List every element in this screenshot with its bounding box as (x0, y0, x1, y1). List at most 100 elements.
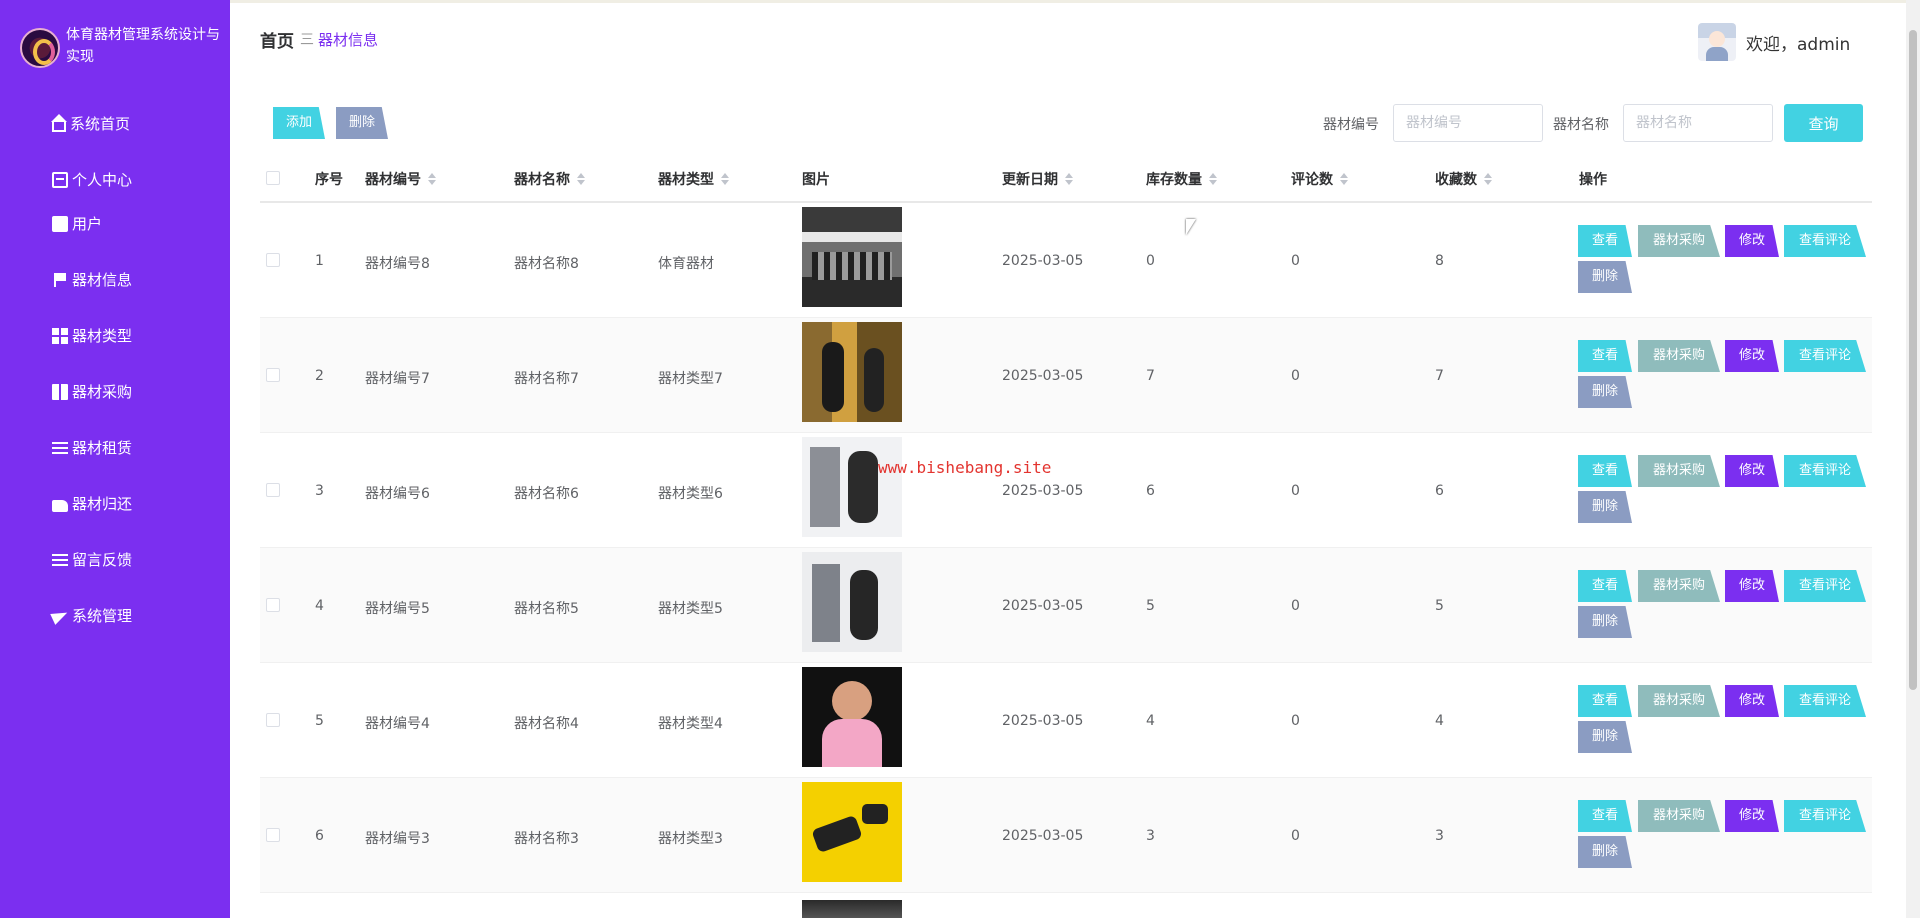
scrollbar-thumb[interactable] (1909, 30, 1917, 690)
view-reviews-button[interactable]: 查看评论 (1784, 455, 1866, 487)
list-icon (52, 440, 68, 456)
col-image: 图片 (802, 169, 830, 189)
purchase-button[interactable]: 器材采购 (1638, 340, 1720, 372)
view-reviews-button[interactable]: 查看评论 (1784, 340, 1866, 372)
cell-name: 器材名称8 (514, 256, 579, 272)
cell-name: 器材名称6 (514, 486, 579, 502)
col-favorites[interactable]: 收藏数 (1435, 169, 1493, 189)
delete-button[interactable]: 删除 (1578, 491, 1632, 523)
cell-favorites: 7 (1435, 368, 1444, 384)
view-button[interactable]: 查看 (1578, 455, 1632, 487)
sidebar-item-feedback[interactable]: 留言反馈 (52, 546, 222, 574)
col-type[interactable]: 器材类型 (658, 169, 730, 189)
cell-stock: 5 (1146, 598, 1155, 614)
sidebar-item-equipment-info[interactable]: 器材信息 (52, 266, 222, 294)
sidebar-item-users[interactable]: 用户 (52, 210, 222, 238)
row-checkbox[interactable] (266, 828, 280, 842)
col-stock[interactable]: 库存数量 (1146, 169, 1218, 189)
edit-button[interactable]: 修改 (1725, 225, 1779, 257)
avatar[interactable] (1698, 23, 1736, 61)
query-button[interactable]: 查询 (1784, 104, 1863, 142)
delete-button[interactable]: 删除 (1578, 606, 1632, 638)
sidebar-item-system[interactable]: 系统管理 (52, 602, 222, 630)
sidebar-item-purchase[interactable]: 器材采购 (52, 378, 222, 406)
delete-button[interactable]: 删除 (1578, 721, 1632, 753)
delete-button[interactable]: 删除 (1578, 836, 1632, 868)
sort-icon[interactable] (720, 172, 730, 186)
cell-code: 器材编号5 (365, 601, 430, 617)
edit-button[interactable]: 修改 (1725, 800, 1779, 832)
edit-button[interactable]: 修改 (1725, 340, 1779, 372)
view-button[interactable]: 查看 (1578, 685, 1632, 717)
delete-button[interactable]: 删除 (1578, 261, 1632, 293)
sidebar-item-home[interactable]: 系统首页 (51, 110, 222, 138)
row-checkbox[interactable] (266, 483, 280, 497)
sort-icon[interactable] (1208, 172, 1218, 186)
view-reviews-button[interactable]: 查看评论 (1784, 225, 1866, 257)
purchase-button[interactable]: 器材采购 (1638, 455, 1720, 487)
cell-code: 器材编号3 (365, 831, 430, 847)
cell-type: 器材类型4 (658, 716, 723, 732)
equipment-thumbnail[interactable] (802, 322, 902, 422)
view-button[interactable]: 查看 (1578, 340, 1632, 372)
edit-button[interactable]: 修改 (1725, 455, 1779, 487)
view-reviews-button[interactable]: 查看评论 (1784, 800, 1866, 832)
equipment-thumbnail[interactable] (802, 900, 902, 918)
sidebar-item-return[interactable]: 器材归还 (52, 490, 222, 518)
edit-button[interactable]: 修改 (1725, 685, 1779, 717)
cell-code: 器材编号4 (365, 716, 430, 732)
sidebar-item-equipment-type[interactable]: 器材类型 (52, 322, 222, 350)
cell-index: 3 (315, 483, 324, 499)
row-checkbox[interactable] (266, 368, 280, 382)
sidebar-item-label: 系统管理 (72, 607, 133, 625)
cell-type: 器材类型7 (658, 371, 723, 387)
purchase-button[interactable]: 器材采购 (1638, 570, 1720, 602)
view-button[interactable]: 查看 (1578, 800, 1632, 832)
col-code[interactable]: 器材编号 (365, 169, 437, 189)
cell-stock: 0 (1146, 253, 1155, 269)
user-card-icon (52, 172, 68, 188)
search-code-input[interactable] (1393, 104, 1543, 142)
equipment-thumbnail[interactable] (802, 552, 902, 652)
view-reviews-button[interactable]: 查看评论 (1784, 570, 1866, 602)
purchase-button[interactable]: 器材采购 (1638, 800, 1720, 832)
sort-icon[interactable] (427, 172, 437, 186)
cell-favorites: 4 (1435, 713, 1444, 729)
sidebar-item-rental[interactable]: 器材租赁 (52, 434, 222, 462)
equipment-thumbnail[interactable] (802, 782, 902, 882)
search-name-label: 器材名称 (1553, 117, 1609, 133)
cell-date: 2025-03-05 (1002, 828, 1084, 844)
sort-icon[interactable] (576, 172, 586, 186)
cell-date: 2025-03-05 (1002, 598, 1084, 614)
page-scrollbar[interactable] (1906, 0, 1920, 918)
welcome-text[interactable]: 欢迎，admin (1746, 30, 1850, 55)
view-button[interactable]: 查看 (1578, 225, 1632, 257)
delete-button[interactable]: 删除 (1578, 376, 1632, 408)
equipment-thumbnail[interactable] (802, 437, 902, 537)
cell-index: 1 (315, 253, 324, 269)
view-button[interactable]: 查看 (1578, 570, 1632, 602)
edit-button[interactable]: 修改 (1725, 570, 1779, 602)
sort-icon[interactable] (1483, 172, 1493, 186)
row-checkbox[interactable] (266, 713, 280, 727)
select-all-checkbox[interactable] (266, 171, 280, 185)
search-name-input[interactable] (1623, 104, 1773, 142)
sort-icon[interactable] (1064, 172, 1074, 186)
batch-delete-button[interactable]: 删除 (336, 107, 388, 139)
sidebar-item-profile[interactable]: 个人中心 (52, 166, 222, 194)
col-label: 器材编号 (365, 172, 421, 188)
home-icon (51, 114, 67, 132)
col-name[interactable]: 器材名称 (514, 169, 586, 189)
row-checkbox[interactable] (266, 253, 280, 267)
breadcrumb-home[interactable]: 首页 (260, 27, 294, 52)
equipment-thumbnail[interactable] (802, 207, 902, 307)
row-checkbox[interactable] (266, 598, 280, 612)
col-date[interactable]: 更新日期 (1002, 169, 1074, 189)
col-comments[interactable]: 评论数 (1291, 169, 1349, 189)
purchase-button[interactable]: 器材采购 (1638, 685, 1720, 717)
purchase-button[interactable]: 器材采购 (1638, 225, 1720, 257)
view-reviews-button[interactable]: 查看评论 (1784, 685, 1866, 717)
sort-icon[interactable] (1339, 172, 1349, 186)
add-button[interactable]: 添加 (273, 107, 325, 139)
equipment-thumbnail[interactable] (802, 667, 902, 767)
